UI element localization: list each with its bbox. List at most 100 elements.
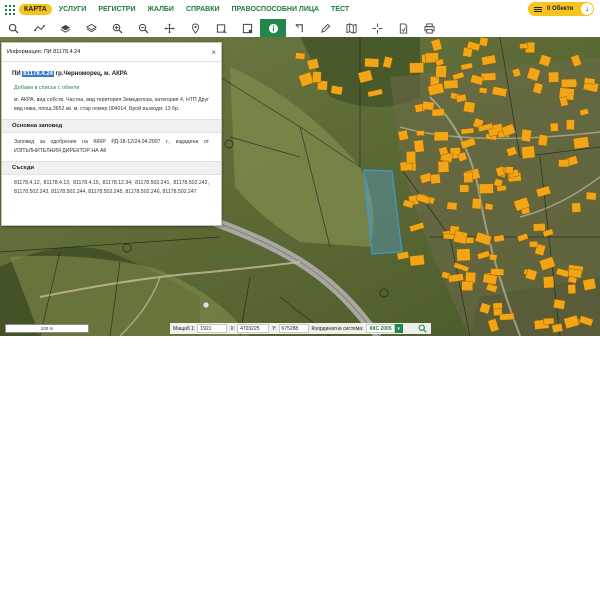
zoom-in-icon — [112, 23, 123, 34]
select-area-tool[interactable] — [234, 19, 260, 37]
building-footprint[interactable] — [453, 230, 468, 245]
building-footprint[interactable] — [520, 128, 532, 143]
building-footprint[interactable] — [446, 201, 458, 211]
coordinates-bar: Мащаб 1: 1921 X: 4703225 Y: 675288 Коорд… — [170, 323, 431, 334]
building-footprint[interactable] — [585, 191, 597, 201]
building-footprint[interactable] — [456, 248, 471, 262]
building-footprint[interactable] — [537, 134, 549, 147]
chevron-down-icon[interactable]: ▾ — [394, 324, 403, 333]
nav-item-karta[interactable]: КАРТА — [19, 4, 52, 15]
building-footprint[interactable] — [330, 85, 343, 96]
building-footprint[interactable] — [561, 78, 577, 88]
building-footprint[interactable] — [413, 139, 425, 153]
marker-tool[interactable] — [182, 19, 208, 37]
building-footprint[interactable] — [471, 197, 482, 210]
apps-grid-icon[interactable] — [5, 4, 15, 15]
building-footprint[interactable] — [295, 52, 306, 60]
building-footprint[interactable] — [521, 145, 536, 160]
nav-item-zhalbi[interactable]: ЖАЛБИ — [143, 4, 179, 15]
building-footprint[interactable] — [529, 241, 538, 248]
book-map-tool[interactable] — [338, 19, 364, 37]
coord-search-button[interactable] — [413, 324, 431, 333]
close-icon[interactable]: × — [211, 48, 216, 57]
building-footprint[interactable] — [422, 100, 435, 111]
measure-icon — [33, 24, 45, 31]
scale-input[interactable]: 1921 — [197, 324, 228, 333]
measure-tool[interactable] — [26, 19, 52, 37]
building-footprint[interactable] — [431, 108, 445, 117]
building-footprint[interactable] — [583, 77, 596, 85]
building-footprint[interactable] — [582, 277, 597, 291]
objects-button[interactable]: 0 Обекти ↓ — [528, 2, 594, 16]
building-footprint[interactable] — [549, 122, 559, 132]
building-footprint[interactable] — [543, 276, 555, 289]
building-footprint[interactable] — [505, 166, 514, 174]
coord-system-select[interactable]: ККС 2005 — [366, 324, 395, 333]
building-footprint[interactable] — [312, 71, 322, 83]
building-footprint[interactable] — [551, 323, 564, 334]
building-footprint[interactable] — [437, 160, 450, 173]
building-footprint[interactable] — [409, 62, 425, 74]
document-tool[interactable] — [390, 19, 416, 37]
building-footprint[interactable] — [461, 280, 474, 291]
building-footprint[interactable] — [492, 302, 503, 310]
search-icon — [8, 23, 19, 34]
info-panel: Информация: ПИ 81178.4.24 × ПИ 81178.4.2… — [1, 42, 222, 226]
building-footprint[interactable] — [478, 87, 488, 94]
building-footprint[interactable] — [490, 268, 505, 276]
building-footprint[interactable] — [489, 253, 498, 262]
print-tool[interactable] — [416, 19, 442, 37]
building-footprint[interactable] — [409, 254, 425, 267]
building-footprint[interactable] — [484, 202, 494, 211]
building-footprint[interactable] — [478, 37, 489, 47]
building-footprint[interactable] — [548, 71, 560, 83]
building-footprint[interactable] — [558, 159, 570, 168]
marker-icon — [191, 23, 199, 34]
search-tool[interactable] — [0, 19, 26, 37]
building-footprint[interactable] — [416, 130, 425, 136]
nav-item-registri[interactable]: РЕГИСТРИ — [93, 4, 140, 15]
nav-item-uslugi[interactable]: УСЛУГИ — [54, 4, 92, 15]
add-to-list-link[interactable]: Добави в списък с обекти — [2, 77, 221, 91]
layers-stack-tool[interactable] — [78, 19, 104, 37]
building-footprint[interactable] — [499, 313, 515, 321]
nav-item-test[interactable]: ТЕСТ — [326, 4, 354, 15]
building-footprint[interactable] — [463, 171, 474, 184]
neighbors-list: 81178.4.12, 81178.4.13, 81178.4.15, 8117… — [14, 180, 209, 195]
building-footprint[interactable] — [443, 79, 459, 90]
edit-tool[interactable] — [312, 19, 338, 37]
pan-icon — [163, 22, 175, 34]
corner-tool[interactable] — [286, 19, 312, 37]
building-footprint[interactable] — [566, 119, 575, 131]
zoom-in-tool[interactable] — [104, 19, 130, 37]
nav-item-spravki[interactable]: СПРАВКИ — [181, 4, 225, 15]
scale-bar-label: 100 m — [40, 326, 54, 331]
pan-tool[interactable] — [156, 19, 182, 37]
building-footprint[interactable] — [478, 183, 494, 194]
crosshair-tool[interactable] — [364, 19, 390, 37]
building-footprint[interactable] — [572, 136, 590, 150]
building-footprint[interactable] — [459, 184, 470, 193]
building-footprint[interactable] — [406, 151, 416, 164]
layers-tool[interactable] — [52, 19, 78, 37]
building-footprint[interactable] — [433, 131, 449, 142]
building-footprint[interactable] — [567, 284, 577, 295]
building-footprint[interactable] — [553, 298, 566, 310]
parcel-id[interactable]: 81178.4.24 — [22, 71, 54, 77]
building-footprint[interactable] — [306, 58, 320, 71]
building-footprint[interactable] — [430, 173, 441, 185]
building-footprint[interactable] — [519, 43, 529, 49]
building-footprint[interactable] — [435, 65, 447, 78]
building-footprint[interactable] — [543, 317, 555, 325]
building-footprint[interactable] — [533, 223, 546, 232]
info-panel-header: Информация: ПИ 81178.4.24 × — [2, 43, 221, 62]
building-footprint[interactable] — [571, 202, 582, 213]
building-footprint[interactable] — [496, 185, 507, 192]
building-footprint[interactable] — [364, 57, 380, 68]
info-tool[interactable] — [260, 19, 286, 37]
building-footprint[interactable] — [463, 101, 476, 114]
nav-item-pravosposobni[interactable]: ПРАВОСПОСОБНИ ЛИЦА — [227, 4, 325, 15]
zoom-out-tool[interactable] — [130, 19, 156, 37]
building-footprint[interactable] — [397, 129, 409, 142]
select-rectangle-tool[interactable] — [208, 19, 234, 37]
